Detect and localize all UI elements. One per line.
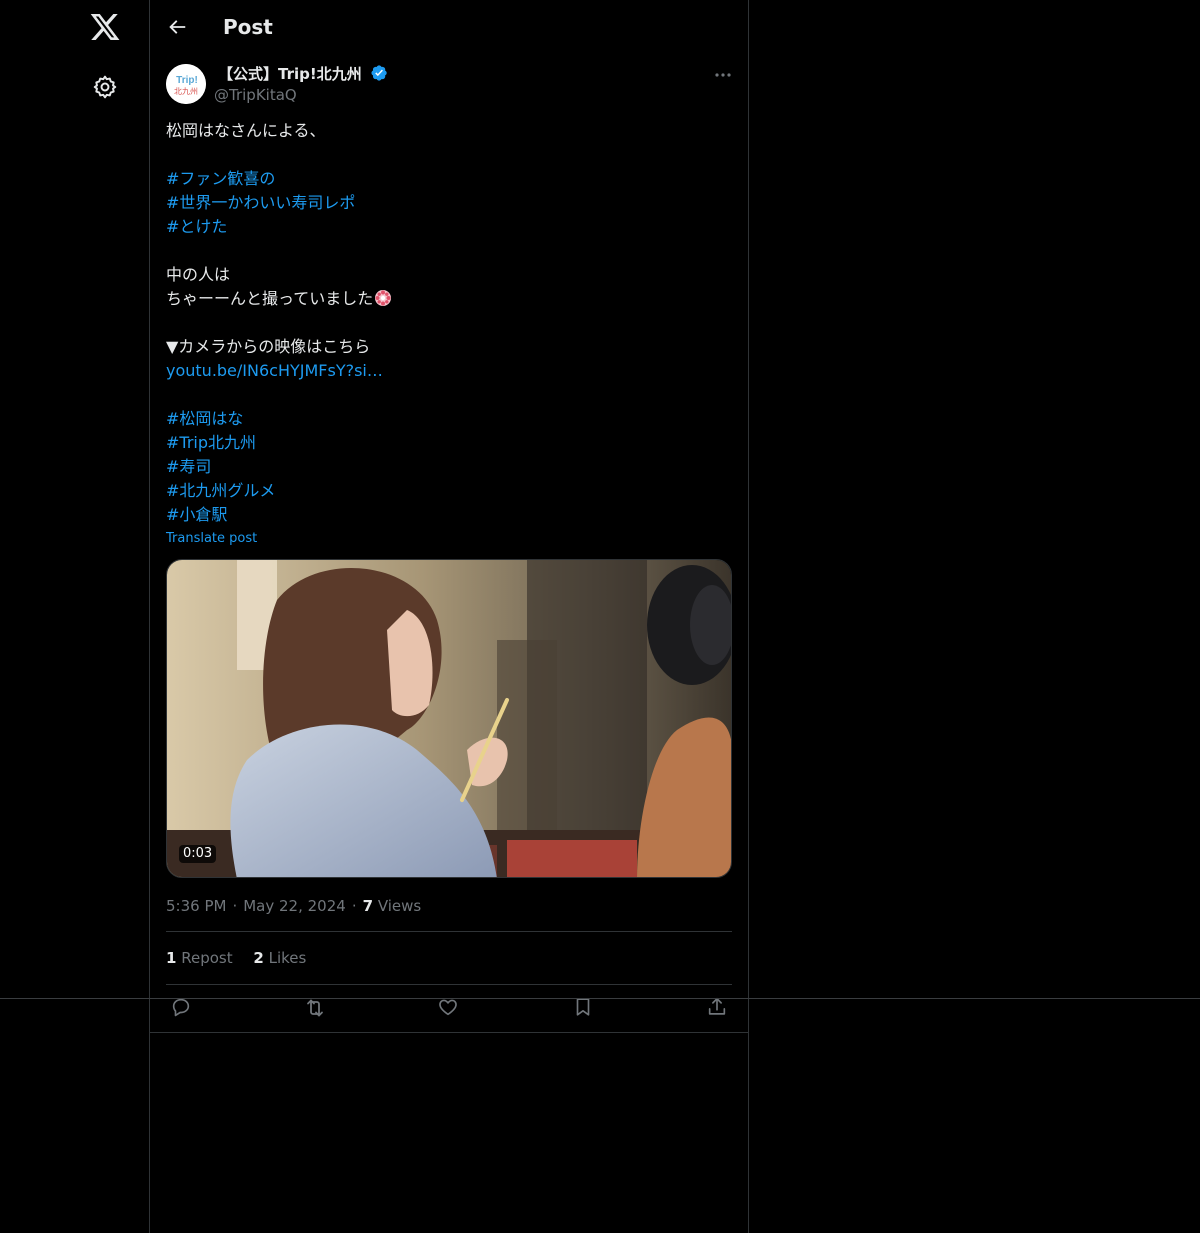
reposts-stat[interactable]: 1 Repost bbox=[166, 949, 233, 967]
avatar-text-bottom: 北九州 bbox=[174, 87, 198, 96]
views-label: Views bbox=[377, 897, 422, 915]
x-logo-icon[interactable] bbox=[89, 11, 121, 43]
post-meta: 5:36 PM · May 22, 2024 · 7 Views bbox=[166, 897, 422, 915]
author-handle[interactable]: @TripKitaQ bbox=[214, 85, 297, 105]
post-line-blank bbox=[166, 239, 732, 263]
divider bbox=[150, 1032, 748, 1033]
hashtag-link[interactable]: #小倉駅 bbox=[166, 503, 732, 527]
hashtag-link[interactable]: #松岡はな bbox=[166, 407, 732, 431]
post-header: Post bbox=[150, 0, 748, 54]
post-body: 松岡はなさんによる、 #ファン歓喜の #世界一かわいい寿司レポ #とけた 中の人… bbox=[166, 119, 732, 527]
post-time[interactable]: 5:36 PM bbox=[166, 897, 226, 915]
post-line-blank bbox=[166, 311, 732, 335]
author-name-row[interactable]: 【公式】Trip!北九州 bbox=[218, 64, 388, 84]
arrow-left-icon[interactable] bbox=[166, 16, 188, 38]
main-column: Post Trip! 北九州 【公式】Trip!北九州 @TripKitaQ 松… bbox=[149, 0, 749, 1233]
flower-emoji-icon bbox=[373, 288, 393, 308]
video-player[interactable]: 0:03 bbox=[166, 559, 732, 878]
post-line: 中の人は bbox=[166, 265, 231, 284]
post-line-blank bbox=[166, 383, 732, 407]
post-line: ▼カメラからの映像はこちら bbox=[166, 337, 371, 356]
hashtag-link[interactable]: #寿司 bbox=[166, 455, 732, 479]
repost-icon[interactable] bbox=[303, 996, 327, 1020]
views-count: 7 bbox=[362, 897, 374, 915]
youtube-link[interactable]: youtu.be/IN6cHYJMFsY?si… bbox=[166, 359, 732, 383]
post-line: ちゃーーんと撮っていました bbox=[166, 287, 732, 311]
hashtag-link[interactable]: #とけた bbox=[166, 215, 732, 239]
post-line: 松岡はなさんによる、 bbox=[166, 121, 326, 140]
hashtag-link[interactable]: #世界一かわいい寿司レポ bbox=[166, 191, 732, 215]
more-options-icon[interactable] bbox=[710, 64, 736, 86]
page-title: Post bbox=[223, 15, 273, 39]
post-line-blank bbox=[166, 143, 732, 167]
action-bar bbox=[166, 996, 732, 1020]
translate-post-link[interactable]: Translate post bbox=[166, 530, 257, 548]
video-duration: 0:03 bbox=[179, 845, 217, 863]
horizontal-rule bbox=[0, 998, 1200, 999]
gear-icon[interactable] bbox=[92, 74, 118, 100]
share-icon[interactable] bbox=[706, 996, 730, 1020]
divider bbox=[166, 984, 732, 985]
bookmark-icon[interactable] bbox=[572, 996, 596, 1020]
post-stats: 1 Repost 2 Likes bbox=[166, 948, 322, 968]
avatar-text-top: Trip! bbox=[176, 75, 198, 86]
video-thumbnail bbox=[167, 560, 731, 877]
likes-stat[interactable]: 2 Likes bbox=[253, 949, 306, 967]
divider bbox=[166, 931, 732, 932]
post-date[interactable]: May 22, 2024 bbox=[243, 897, 346, 915]
reply-icon[interactable] bbox=[170, 996, 194, 1020]
hashtag-link[interactable]: #ファン歓喜の bbox=[166, 167, 732, 191]
heart-icon[interactable] bbox=[437, 996, 461, 1020]
hashtag-link[interactable]: #北九州グルメ bbox=[166, 479, 732, 503]
avatar[interactable]: Trip! 北九州 bbox=[166, 64, 206, 104]
hashtag-link[interactable]: #Trip北九州 bbox=[166, 431, 732, 455]
left-nav bbox=[0, 0, 150, 1233]
author-name[interactable]: 【公式】Trip!北九州 bbox=[218, 65, 362, 83]
verified-badge-icon[interactable] bbox=[370, 64, 388, 82]
